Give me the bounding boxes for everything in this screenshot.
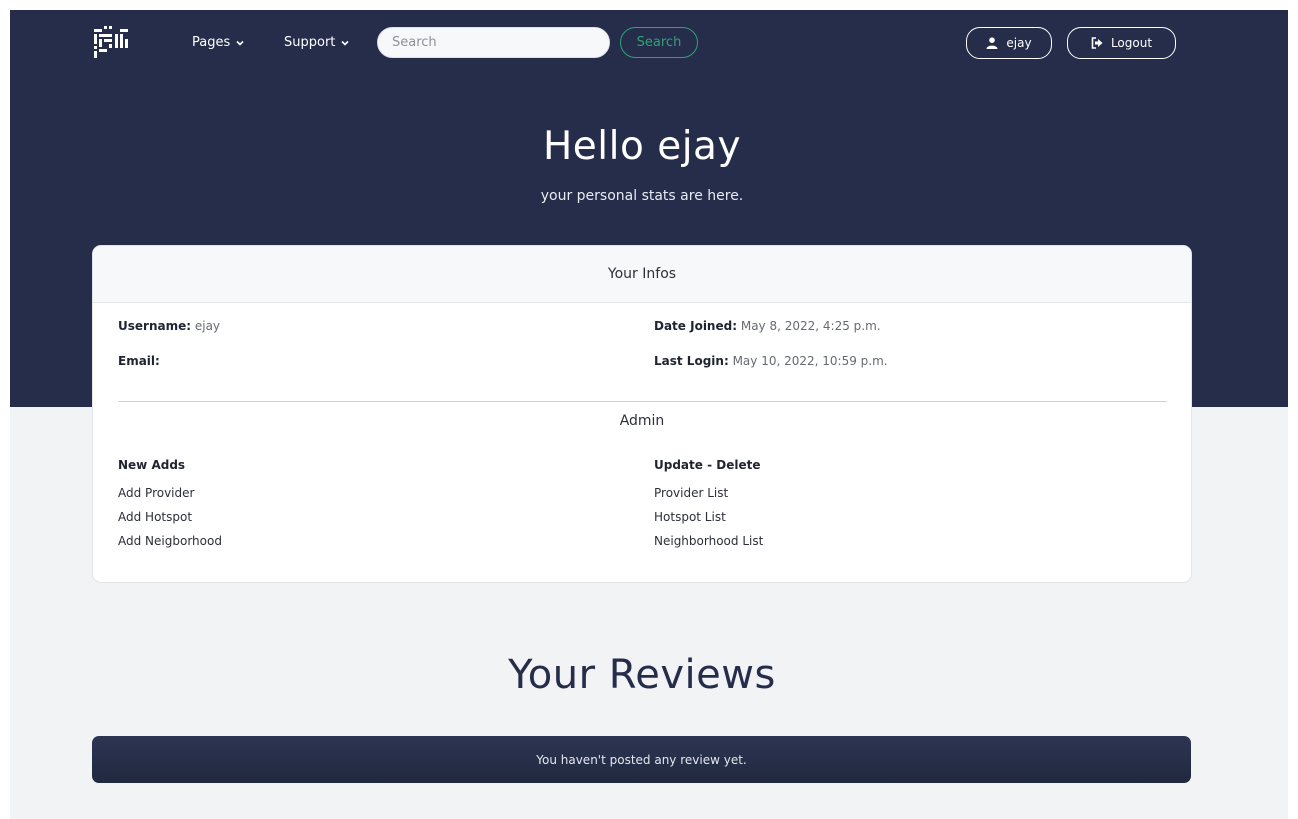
update-delete-header: Update - Delete	[654, 458, 761, 472]
user-icon	[986, 37, 998, 49]
add-hotspot-link[interactable]: Add Hotspot	[118, 510, 192, 524]
card-header: Your Infos	[93, 246, 1191, 303]
card-divider	[118, 401, 1167, 402]
add-provider-link[interactable]: Add Provider	[118, 486, 194, 500]
date-joined-field: Date Joined: May 8, 2022, 4:25 p.m.	[654, 319, 881, 333]
page: Pages Support Search ejay Logout Hello e…	[10, 10, 1288, 819]
add-neighborhood-link[interactable]: Add Neigborhood	[118, 534, 222, 548]
logo-icon[interactable]	[94, 26, 128, 58]
logout-label: Logout	[1110, 36, 1153, 50]
nav-pages-dropdown[interactable]: Pages	[192, 35, 244, 50]
admin-title: Admin	[619, 413, 665, 429]
email-label: Email:	[118, 354, 160, 368]
date-joined-value: May 8, 2022, 4:25 p.m.	[740, 319, 881, 333]
provider-list-link[interactable]: Provider List	[654, 486, 728, 500]
nav-support-dropdown[interactable]: Support	[284, 35, 349, 50]
username-field: Username: ejay	[118, 319, 220, 333]
reviews-title: Your Reviews	[508, 652, 776, 698]
user-profile-button[interactable]: ejay	[966, 27, 1052, 59]
hero-title: Hello ejay	[542, 124, 742, 169]
search-input[interactable]	[377, 27, 610, 58]
nav-support-label: Support	[284, 35, 336, 50]
info-card: Your Infos Username: ejay Email: Date Jo…	[92, 245, 1192, 583]
hotspot-list-link[interactable]: Hotspot List	[654, 510, 726, 524]
neighborhood-list-link[interactable]: Neighborhood List	[654, 534, 763, 548]
last-login-label: Last Login:	[654, 354, 729, 368]
username-label: Username:	[118, 319, 192, 333]
user-name-label: ejay	[1006, 36, 1032, 50]
chevron-down-icon	[341, 40, 349, 46]
hero-subtitle: your personal stats are here.	[540, 188, 744, 204]
last-login-value: May 10, 2022, 10:59 p.m.	[732, 354, 888, 368]
new-adds-header: New Adds	[118, 458, 186, 472]
username-value: ejay	[194, 319, 221, 333]
logout-button[interactable]: Logout	[1067, 27, 1176, 59]
date-joined-label: Date Joined:	[654, 319, 738, 333]
reviews-empty-box: You haven't posted any review yet.	[92, 736, 1191, 783]
last-login-field: Last Login: May 10, 2022, 10:59 p.m.	[654, 354, 888, 368]
email-field: Email:	[118, 354, 160, 368]
reviews-empty-message: You haven't posted any review yet.	[536, 752, 747, 767]
logout-icon	[1091, 37, 1103, 49]
nav-pages-label: Pages	[192, 35, 231, 50]
chevron-down-icon	[236, 40, 244, 46]
search-button[interactable]: Search	[620, 27, 698, 58]
